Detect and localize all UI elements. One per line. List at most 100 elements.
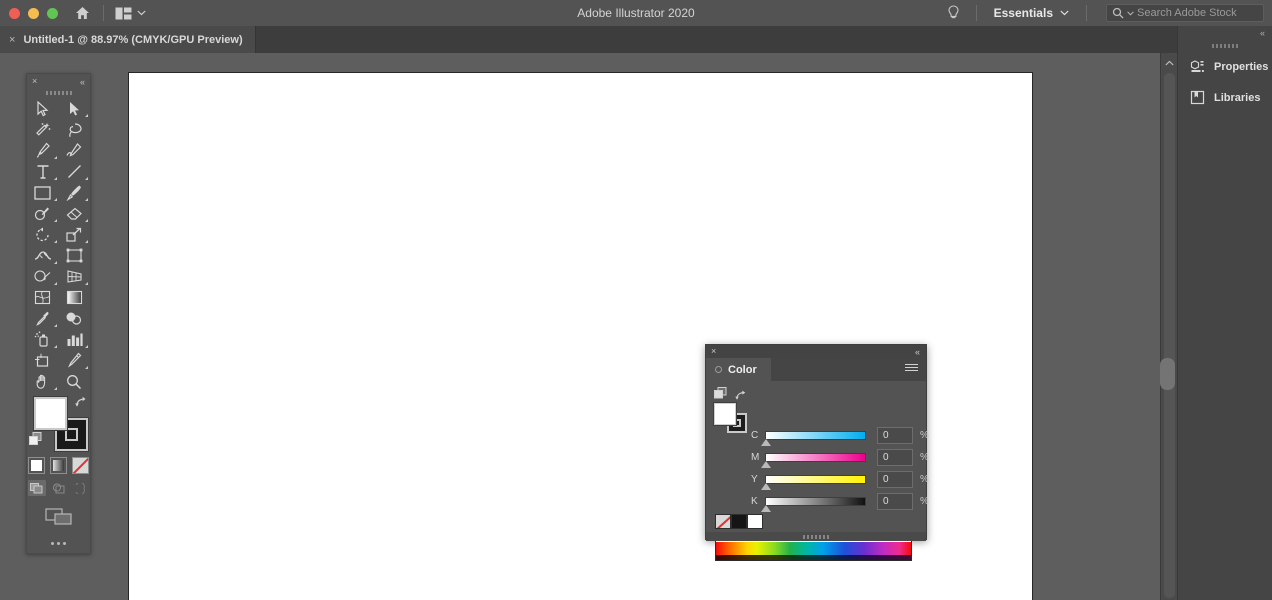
scrollbar-track[interactable] — [1164, 73, 1175, 598]
illustrator-window: Adobe Illustrator 2020 Essentials — [0, 0, 1272, 600]
chevron-down-icon — [1060, 10, 1069, 16]
color-panel-titlebar[interactable]: × « — [706, 345, 926, 358]
default-fill-stroke-icon[interactable] — [29, 432, 43, 451]
close-icon[interactable]: × — [711, 346, 716, 356]
width-tool[interactable] — [27, 245, 59, 266]
slider-thumb-m[interactable] — [761, 461, 771, 468]
gradient-tool[interactable] — [59, 287, 91, 308]
type-tool[interactable] — [27, 161, 59, 182]
shaper-tool[interactable] — [27, 203, 59, 224]
rotate-tool[interactable] — [27, 224, 59, 245]
window-controls — [0, 8, 58, 19]
slider-thumb-k[interactable] — [761, 505, 771, 512]
pen-tool[interactable] — [27, 140, 59, 161]
chevron-up-icon[interactable] — [1161, 56, 1178, 70]
rectangle-tool[interactable] — [27, 182, 59, 203]
slider-thumb-c[interactable] — [761, 439, 771, 446]
none-mode-button[interactable] — [72, 457, 89, 474]
white-swatch[interactable] — [747, 514, 763, 529]
panel-fill-stroke-controls — [713, 387, 753, 433]
spectrum-shadow-strip[interactable] — [716, 555, 911, 560]
screen-mode-button[interactable] — [27, 506, 90, 526]
slider-track-c[interactable] — [765, 431, 866, 440]
perspective-grid-tool[interactable] — [59, 266, 91, 287]
paintbrush-tool[interactable] — [59, 182, 91, 203]
dock-item-label: Libraries — [1214, 92, 1260, 104]
close-icon[interactable]: × — [32, 76, 37, 86]
canvas-area[interactable] — [0, 53, 1160, 600]
eyedropper-tool[interactable] — [27, 308, 59, 329]
quick-swatches — [715, 514, 763, 529]
color-mode-button[interactable] — [28, 457, 45, 474]
lasso-tool[interactable] — [59, 119, 91, 140]
maximize-window-button[interactable] — [47, 8, 58, 19]
fill-swatch[interactable] — [34, 397, 67, 430]
color-tab-icon — [715, 366, 722, 373]
magic-wand-tool[interactable] — [27, 119, 59, 140]
hand-tool[interactable] — [27, 371, 59, 392]
draw-normal-button[interactable] — [28, 480, 46, 496]
workspace-switcher[interactable]: Essentials — [988, 6, 1075, 20]
document-tab[interactable]: × Untitled-1 @ 88.97% (CMYK/GPU Preview) — [0, 26, 256, 53]
scale-tool[interactable] — [59, 224, 91, 245]
slider-track-m[interactable] — [765, 453, 866, 462]
direct-selection-tool[interactable] — [59, 98, 91, 119]
none-swatch[interactable] — [715, 514, 731, 529]
close-icon[interactable]: × — [9, 34, 15, 46]
eraser-tool[interactable] — [59, 203, 91, 224]
color-panel-resize-grip[interactable] — [706, 532, 926, 541]
swap-fill-stroke-icon[interactable] — [74, 395, 87, 413]
spectrum-hue-strip[interactable] — [716, 542, 911, 555]
dock-item-properties[interactable]: Properties — [1178, 51, 1272, 82]
search-placeholder: Search Adobe Stock — [1137, 7, 1237, 19]
canvas-scrollbar[interactable] — [1160, 53, 1177, 600]
home-icon[interactable] — [72, 3, 92, 23]
gradient-mode-button[interactable] — [50, 457, 67, 474]
free-transform-tool[interactable] — [59, 245, 91, 266]
column-graph-tool[interactable] — [59, 329, 91, 350]
draw-behind-button[interactable] — [50, 480, 68, 496]
search-adobe-stock-field[interactable]: Search Adobe Stock — [1106, 4, 1264, 22]
slider-input-m[interactable]: 0 — [877, 449, 913, 466]
slice-tool[interactable] — [59, 350, 91, 371]
mesh-tool[interactable] — [27, 287, 59, 308]
symbol-sprayer-tool[interactable] — [27, 329, 59, 350]
lightbulb-icon[interactable] — [943, 2, 965, 24]
slider-input-y[interactable]: 0 — [877, 471, 913, 488]
line-segment-tool[interactable] — [59, 161, 91, 182]
slider-row-c: C 0 % — [751, 428, 929, 442]
black-swatch[interactable] — [731, 514, 747, 529]
arrange-documents-icon — [115, 7, 132, 20]
selection-tool[interactable] — [27, 98, 59, 119]
slider-track-y[interactable] — [765, 475, 866, 484]
slider-thumb-y[interactable] — [761, 483, 771, 490]
collapse-icon[interactable]: « — [80, 77, 85, 87]
draw-inside-button[interactable] — [72, 480, 90, 496]
blend-tool[interactable] — [59, 308, 91, 329]
right-dock: « Properties Libraries — [1177, 26, 1272, 600]
divider — [103, 5, 104, 21]
panel-fill-swatch[interactable] — [714, 403, 736, 425]
slider-input-k[interactable]: 0 — [877, 493, 913, 510]
tools-panel-grip[interactable] — [27, 88, 90, 98]
zoom-tool[interactable] — [59, 371, 91, 392]
edit-toolbar-button[interactable] — [27, 542, 90, 545]
properties-icon — [1189, 58, 1206, 75]
slider-input-c[interactable]: 0 — [877, 427, 913, 444]
arrange-documents-button[interactable] — [115, 7, 146, 20]
dock-collapse-button[interactable]: « — [1178, 26, 1272, 40]
slider-track-k[interactable] — [765, 497, 866, 506]
chevron-down-icon — [137, 10, 146, 16]
collapse-icon[interactable]: « — [915, 347, 920, 357]
curvature-tool[interactable] — [59, 140, 91, 161]
slider-unit-c: % — [920, 430, 929, 441]
dock-grip[interactable] — [1178, 40, 1272, 51]
dock-item-libraries[interactable]: Libraries — [1178, 82, 1272, 113]
artboard-tool[interactable] — [27, 350, 59, 371]
close-window-button[interactable] — [9, 8, 20, 19]
scrollbar-handle[interactable] — [1160, 358, 1175, 390]
minimize-window-button[interactable] — [28, 8, 39, 19]
panel-menu-icon[interactable] — [905, 364, 918, 371]
shape-builder-tool[interactable] — [27, 266, 59, 287]
tab-color[interactable]: Color — [706, 358, 771, 381]
